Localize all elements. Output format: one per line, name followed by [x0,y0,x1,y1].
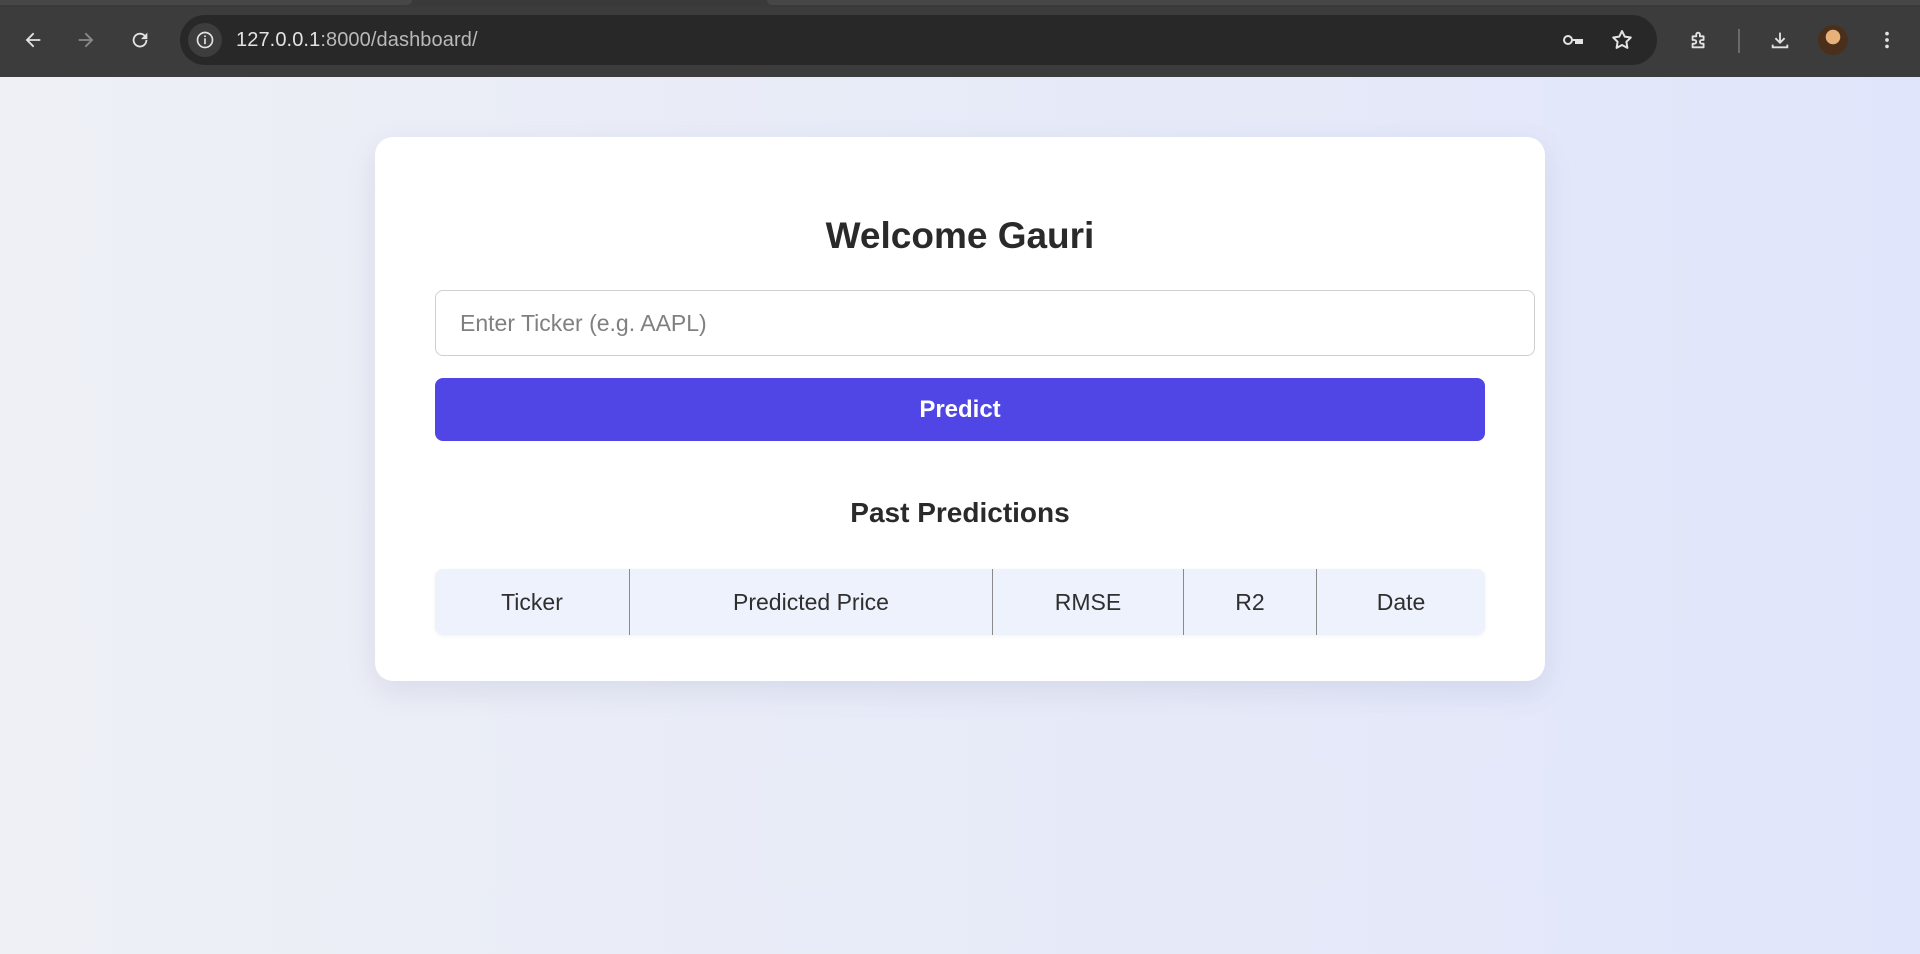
page-title: Welcome Gauri [825,215,1095,256]
address-bar[interactable]: 127.0.0.1:8000/dashboard/ [180,15,1657,65]
url-path: :8000/dashboard/ [320,29,478,51]
toolbar-separator [1738,29,1740,53]
column-header-ticker: Ticker [435,569,630,635]
column-header-predicted-price: Predicted Price [629,569,993,635]
url-text[interactable]: 127.0.0.1:8000/dashboard/ [236,29,478,52]
key-icon[interactable] [1561,28,1585,52]
star-icon[interactable] [1610,28,1634,52]
column-header-r2: R2 [1183,569,1317,635]
tab[interactable] [767,0,1920,5]
table-header-row: Ticker Predicted Price RMSE R2 Date [435,569,1485,635]
info-icon[interactable] [188,23,222,57]
dashboard-card: Welcome Gauri Predict Past Predictions T… [375,137,1545,681]
browser-toolbar: 127.0.0.1:8000/dashboard/ [0,7,1920,77]
url-host: 127.0.0.1 [236,29,321,51]
forward-arrow-icon[interactable] [71,25,101,55]
past-predictions-title: Past Predictions [850,497,1070,528]
reload-icon[interactable] [125,25,155,55]
profile-avatar[interactable] [1818,25,1848,55]
column-header-rmse: RMSE [992,569,1184,635]
back-arrow-icon[interactable] [18,25,48,55]
ticker-input[interactable] [435,290,1535,356]
puzzle-icon[interactable] [1684,25,1714,55]
column-header-date: Date [1376,588,1426,615]
predictions-table: Ticker Predicted Price RMSE R2 Date [435,569,1485,635]
predict-button[interactable]: Predict [435,378,1485,441]
tab[interactable] [0,0,412,5]
kebab-menu-icon[interactable] [1872,25,1902,55]
tab-strip [0,0,1920,7]
download-icon[interactable] [1765,25,1795,55]
